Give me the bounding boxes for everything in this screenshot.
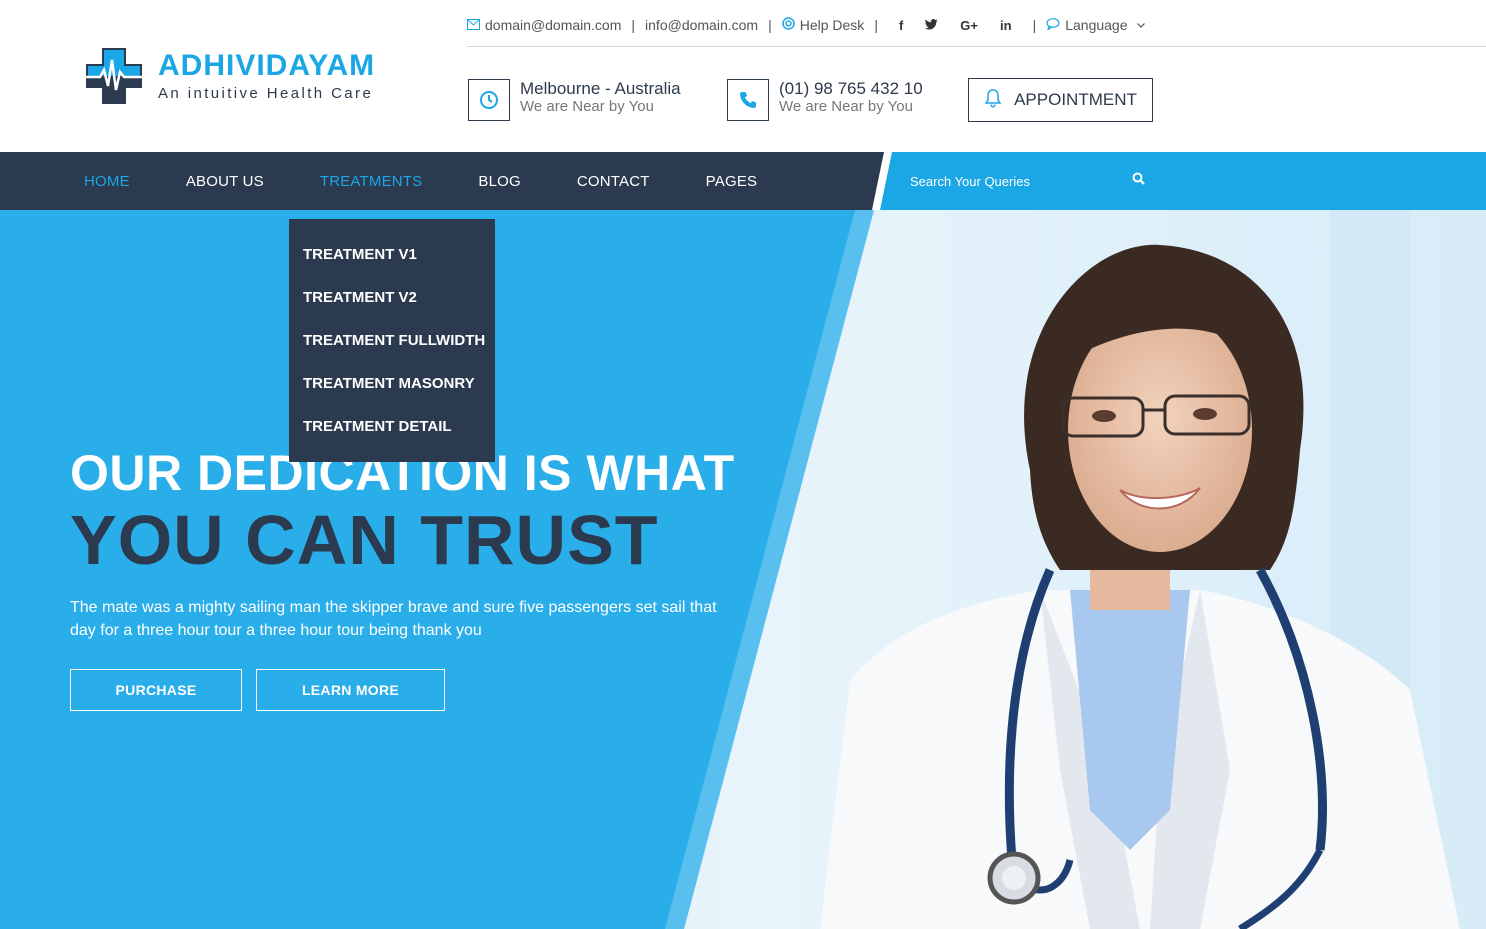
hero-description: The mate was a mighty sailing man the sk… — [70, 599, 717, 639]
phone-icon — [727, 79, 769, 121]
search-icon[interactable] — [1132, 172, 1145, 190]
email-link-primary[interactable]: domain@domain.com — [467, 17, 621, 33]
nav-item-home[interactable]: HOME — [84, 173, 130, 190]
divider: | — [631, 17, 636, 33]
twitter-icon[interactable] — [925, 18, 938, 33]
phone-info: (01) 98 765 432 10 We are Near by You — [727, 79, 923, 121]
medical-cross-logo-icon — [86, 48, 142, 104]
facebook-icon[interactable]: f — [899, 18, 903, 33]
location-subtitle: We are Near by You — [520, 98, 654, 115]
language-label: Language — [1065, 17, 1128, 33]
learn-more-button[interactable]: LEARN MORE — [256, 669, 445, 711]
divider: | — [768, 17, 772, 33]
dropdown-item-treatment-v1[interactable]: TREATMENT V1 — [289, 233, 495, 276]
lifebuoy-icon — [781, 17, 795, 33]
clock-icon — [468, 79, 510, 121]
location-title: Melbourne - Australia — [520, 79, 681, 98]
email-text-primary: domain@domain.com — [485, 17, 622, 33]
language-selector[interactable]: Language — [1046, 17, 1145, 33]
nav-item-blog[interactable]: BLOG — [478, 173, 520, 190]
divider-line — [467, 46, 1486, 47]
phone-subtitle: We are Near by You — [779, 98, 913, 115]
hero-section: OUR DEDICATION IS WHAT YOU CAN TRUST The… — [0, 210, 1486, 929]
nav-menu: HOME ABOUT US TREATMENTS BLOG CONTACT PA… — [84, 152, 813, 210]
logo-text: ADHIVIDAYAM An intuitive Health Care — [158, 49, 376, 103]
brand-name: ADHIVIDAYAM — [158, 49, 376, 82]
purchase-button[interactable]: PURCHASE — [70, 669, 242, 711]
google-plus-icon[interactable]: G+ — [960, 18, 978, 33]
nav-item-contact[interactable]: CONTACT — [577, 173, 650, 190]
chat-bubble-icon — [1046, 17, 1060, 33]
phone-number: (01) 98 765 432 10 — [779, 79, 923, 98]
main-navigation: HOME ABOUT US TREATMENTS BLOG CONTACT PA… — [0, 152, 1486, 210]
divider: | — [874, 17, 878, 33]
linkedin-icon[interactable]: in — [1000, 18, 1012, 33]
email-link-info[interactable]: info@domain.com — [645, 17, 758, 33]
search-bar — [910, 152, 1145, 210]
help-desk-text: Help Desk — [799, 17, 865, 33]
nav-item-about-us[interactable]: ABOUT US — [186, 173, 264, 190]
top-bar: domain@domain.com | info@domain.com | He… — [467, 12, 1145, 38]
dropdown-item-treatment-fullwidth[interactable]: TREATMENT FULLWIDTH — [289, 319, 495, 362]
envelope-icon — [467, 18, 480, 33]
bell-icon — [984, 88, 1002, 113]
appointment-button[interactable]: APPOINTMENT — [968, 78, 1153, 122]
location-info: Melbourne - Australia We are Near by You — [468, 79, 681, 121]
treatments-dropdown-menu: TREATMENT V1 TREATMENT V2 TREATMENT FULL… — [289, 219, 495, 462]
hero-heading-line2: YOU CAN TRUST — [70, 501, 659, 579]
dropdown-item-treatment-masonry[interactable]: TREATMENT MASONRY — [289, 362, 495, 405]
appointment-label: APPOINTMENT — [1014, 90, 1137, 109]
dropdown-item-treatment-detail[interactable]: TREATMENT DETAIL — [289, 405, 495, 448]
nav-item-treatments[interactable]: TREATMENTS — [320, 173, 423, 190]
divider: | — [1032, 17, 1037, 33]
nav-item-pages[interactable]: PAGES — [706, 173, 758, 190]
help-desk-link[interactable]: Help Desk — [781, 17, 865, 33]
dropdown-item-treatment-v2[interactable]: TREATMENT V2 — [289, 276, 495, 319]
logo[interactable]: ADHIVIDAYAM An intuitive Health Care — [84, 46, 375, 106]
brand-tagline: An intuitive Health Care — [158, 85, 374, 102]
chevron-down-icon — [1136, 20, 1145, 31]
site-header: ADHIVIDAYAM An intuitive Health Care dom… — [0, 0, 1486, 152]
search-input[interactable] — [910, 173, 1110, 189]
